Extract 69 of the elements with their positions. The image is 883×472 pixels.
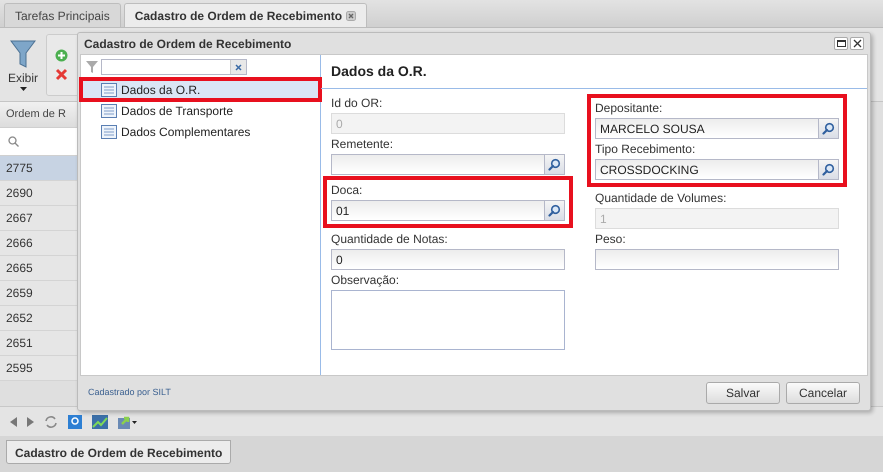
dialog-title: Cadastro de Ordem de Recebimento	[84, 36, 292, 52]
field-label: Observação:	[331, 272, 400, 289]
close-icon	[235, 64, 242, 70]
plus-icon	[55, 48, 68, 62]
table-cell[interactable]: 2659	[0, 281, 78, 306]
tab[interactable]: Tarefas Principais	[4, 3, 121, 27]
filter-field[interactable]	[101, 59, 247, 75]
table-cell[interactable]: 2595	[0, 356, 78, 381]
maximize-button[interactable]	[834, 37, 848, 50]
list-icon	[101, 124, 117, 138]
caret-icon	[20, 86, 26, 90]
clear-button[interactable]	[230, 60, 246, 74]
list-icon	[101, 82, 117, 96]
observation-field[interactable]	[331, 290, 565, 350]
search-icon	[822, 122, 835, 135]
search-button[interactable]	[819, 118, 839, 139]
next-icon[interactable]	[27, 416, 34, 426]
refresh-icon[interactable]	[44, 414, 58, 428]
export-icon[interactable]	[118, 414, 138, 428]
input-field[interactable]: MARCELO SOUSA	[595, 118, 819, 139]
table-cell[interactable]: 2665	[0, 256, 78, 281]
table-cell[interactable]: 2651	[0, 331, 78, 356]
footer-note: Cadastrado por SILT	[88, 386, 171, 400]
section-title: Dados da O.R.	[321, 55, 867, 89]
taskbar-tab[interactable]: Cadastro de Ordem de Recebimento	[6, 440, 232, 464]
tree-item[interactable]: Dados Complementares	[81, 121, 320, 142]
field-label: Remetente:	[331, 136, 394, 153]
add-button[interactable]	[55, 48, 68, 62]
field-label: Tipo Recebimento:	[595, 141, 696, 158]
close-button[interactable]	[850, 37, 864, 50]
input-field[interactable]: 0	[331, 249, 565, 270]
search-button[interactable]	[545, 200, 565, 221]
search-icon	[8, 136, 19, 147]
grid-search-field[interactable]	[0, 128, 78, 156]
table-cell[interactable]: 2652	[0, 306, 78, 331]
table-cell[interactable]: 2666	[0, 231, 78, 256]
search-icon	[822, 163, 835, 176]
delete-button[interactable]	[55, 68, 68, 80]
close-icon[interactable]	[346, 10, 356, 20]
previous-icon[interactable]	[10, 416, 17, 426]
view-button[interactable]: Exibir	[6, 38, 40, 90]
input-field[interactable]: CROSSDOCKING	[595, 159, 819, 180]
field-label: Peso:	[595, 231, 627, 248]
list-icon	[101, 104, 117, 118]
tree-item[interactable]: Dados de Transporte	[81, 100, 320, 121]
tree-item[interactable]: Dados da O.R.	[81, 79, 320, 100]
field-label: Quantidade de Volumes:	[595, 190, 728, 207]
field-label: Doca:	[331, 182, 364, 199]
field-label: Quantidade de Notas:	[331, 231, 449, 248]
field-label: Depositante:	[595, 100, 664, 117]
funnel-icon	[10, 38, 36, 68]
delete-icon	[55, 68, 68, 80]
search-icon	[548, 204, 561, 217]
table-cell[interactable]: 2690	[0, 181, 78, 206]
funnel-icon	[85, 60, 99, 74]
chart-icon[interactable]	[92, 414, 108, 428]
search-button[interactable]	[545, 154, 565, 175]
input-field[interactable]	[331, 154, 545, 175]
search-button[interactable]	[819, 159, 839, 180]
search-icon	[548, 158, 561, 171]
input-field[interactable]	[595, 249, 839, 270]
zoom-icon[interactable]	[68, 414, 82, 428]
input-field[interactable]: 01	[331, 200, 545, 221]
field-label: Id do OR:	[331, 95, 384, 112]
dialog-button[interactable]: Cancelar	[786, 382, 860, 404]
tab[interactable]: Cadastro de Ordem de Recebimento	[124, 3, 368, 27]
table-cell[interactable]: 2667	[0, 206, 78, 231]
dialog-button[interactable]: Salvar	[706, 382, 780, 404]
table-cell[interactable]: 2775	[0, 156, 78, 181]
